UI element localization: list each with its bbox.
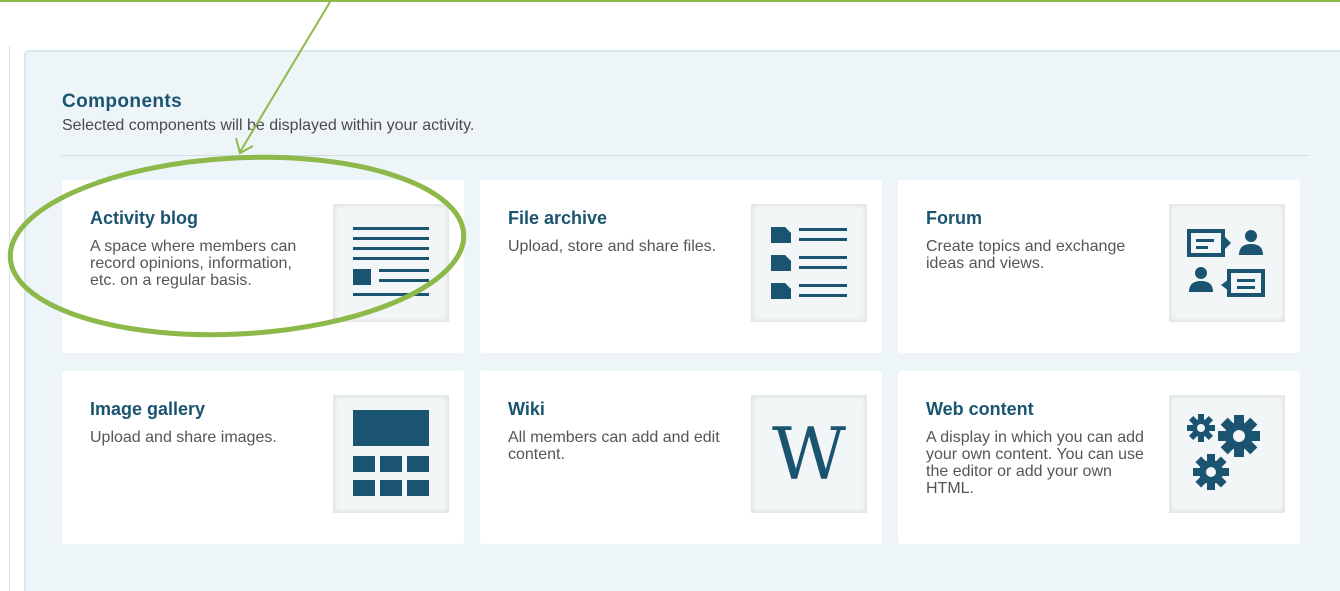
wiki-icon: W xyxy=(751,395,867,513)
section-title: Components xyxy=(62,91,183,112)
component-card-image-gallery[interactable]: Image gallery Upload and share images. xyxy=(62,371,464,544)
file-list-icon xyxy=(751,204,867,322)
left-rule xyxy=(9,46,10,591)
top-rule xyxy=(0,0,1340,2)
component-title: Wiki xyxy=(508,399,545,419)
forum-icon xyxy=(1169,204,1285,322)
component-card-file-archive[interactable]: File archive Upload, store and share fil… xyxy=(480,180,882,353)
component-title: Web content xyxy=(926,399,1034,419)
component-description: Upload, store and share files. xyxy=(508,238,717,255)
wiki-glyph: W xyxy=(771,412,846,496)
component-card-activity-blog[interactable]: Activity blog A space where members can … xyxy=(62,180,464,353)
gears-icon xyxy=(1169,395,1285,513)
component-description: All members can add and edit content. xyxy=(508,429,720,463)
component-description: Create topics and exchange ideas and vie… xyxy=(926,238,1126,272)
component-description: Upload and share images. xyxy=(90,429,277,446)
component-title: Forum xyxy=(926,208,982,228)
section-subtitle: Selected components will be displayed wi… xyxy=(62,117,475,134)
component-title: File archive xyxy=(508,208,608,228)
component-description: A display in which you can add your own … xyxy=(926,429,1144,497)
component-card-web-content[interactable]: Web content A display in which you can a… xyxy=(898,371,1300,544)
component-card-wiki[interactable]: Wiki All members can add and edit conten… xyxy=(480,371,882,544)
gallery-icon xyxy=(333,395,449,513)
component-title: Activity blog xyxy=(90,208,199,228)
component-description: A space where members can record opinion… xyxy=(90,238,297,289)
blog-icon xyxy=(333,204,449,322)
section-divider xyxy=(61,155,1309,156)
component-title: Image gallery xyxy=(90,399,206,419)
component-card-forum[interactable]: Forum Create topics and exchange ideas a… xyxy=(898,180,1300,353)
